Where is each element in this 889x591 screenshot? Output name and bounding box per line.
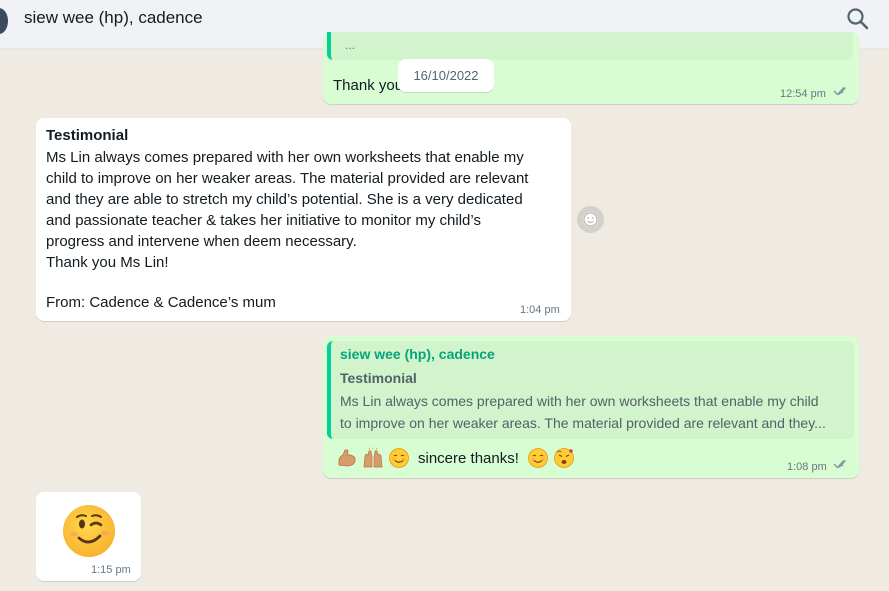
flexed-biceps-icon bbox=[338, 449, 356, 467]
message-time: 12:54 pm bbox=[780, 88, 826, 100]
message-time: 1:15 pm bbox=[91, 564, 131, 576]
quote-body: Ms Lin always comes prepared with her ow… bbox=[340, 390, 845, 434]
message-line: child to improve on her weaker areas. Th… bbox=[46, 170, 529, 187]
reply-text-row: sincere thanks! bbox=[336, 447, 575, 469]
smiley-icon bbox=[583, 212, 598, 227]
search-icon bbox=[847, 8, 869, 30]
face-blowing-kiss-icon bbox=[553, 448, 574, 468]
message-line: Thank you Ms Lin! bbox=[46, 254, 169, 271]
message-line: Ms Lin always comes prepared with her ow… bbox=[46, 149, 524, 166]
message-text: Thank you bbox=[333, 77, 404, 94]
message-bubble-incoming[interactable]: Testimonial Ms Lin always comes prepared… bbox=[36, 118, 571, 321]
react-button[interactable] bbox=[577, 206, 604, 233]
search-button[interactable] bbox=[845, 6, 871, 32]
quote-line: Ms Lin always comes prepared with her ow… bbox=[340, 393, 819, 409]
quote-line: to improve on her weaker areas. The mate… bbox=[340, 415, 826, 431]
contact-name[interactable]: siew wee (hp), cadence bbox=[24, 8, 203, 28]
winking-face-icon bbox=[63, 505, 115, 557]
message-line: From: Cadence & Cadence’s mum bbox=[46, 294, 276, 311]
reply-text: sincere thanks! bbox=[418, 449, 519, 467]
message-title: Testimonial bbox=[46, 127, 129, 144]
avatar[interactable] bbox=[0, 8, 8, 34]
message-line: and they are able to stretch my child’s … bbox=[46, 191, 523, 208]
message-line: and passionate teacher & takes her initi… bbox=[46, 212, 481, 229]
quoted-message[interactable]: siew wee (hp), cadence Testimonial Ms Li… bbox=[327, 341, 854, 439]
read-ticks-icon bbox=[833, 460, 847, 469]
read-ticks-icon bbox=[833, 87, 847, 96]
smiling-face-icon bbox=[389, 448, 409, 468]
message-time: 1:08 pm bbox=[787, 461, 827, 473]
message-line: progress and intervene when deem necessa… bbox=[46, 233, 357, 250]
raising-hands-icon bbox=[363, 447, 383, 468]
quoted-preview: ... bbox=[327, 32, 853, 60]
quote-title: Testimonial bbox=[340, 370, 417, 386]
quote-ellipsis: ... bbox=[345, 38, 356, 52]
date-chip: 16/10/2022 bbox=[398, 59, 494, 92]
smiling-face-icon bbox=[527, 448, 548, 468]
quote-author: siew wee (hp), cadence bbox=[340, 346, 495, 362]
message-time: 1:04 pm bbox=[520, 304, 560, 316]
